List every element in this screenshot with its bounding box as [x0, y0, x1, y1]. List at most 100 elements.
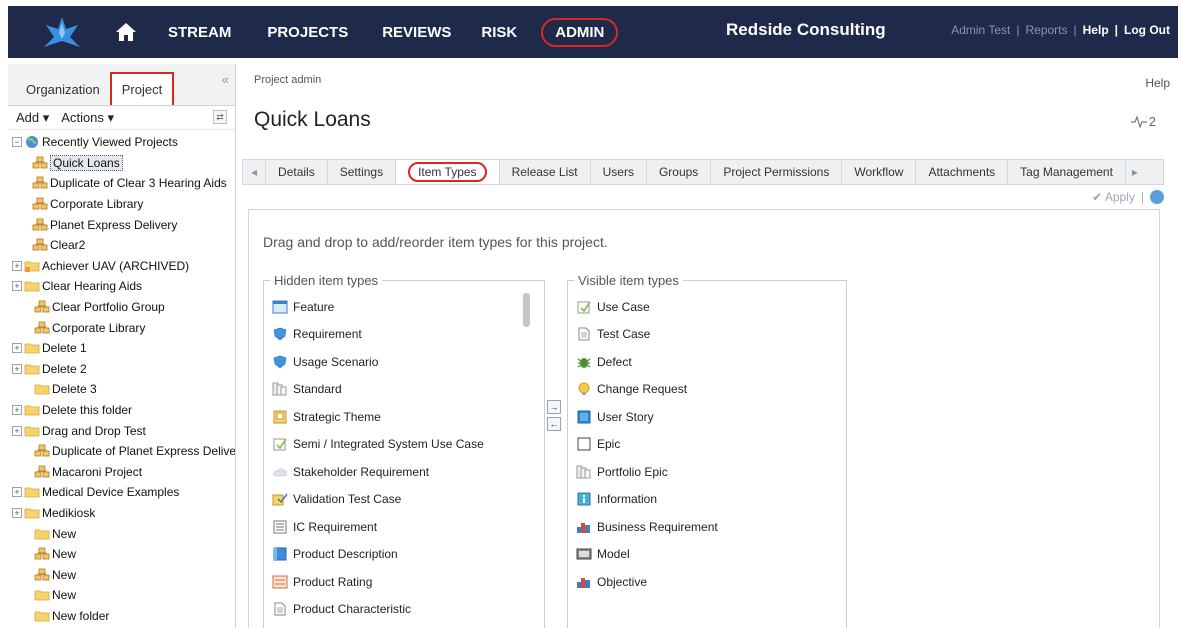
tree-item[interactable]: New folder: [8, 606, 235, 627]
nav-stream[interactable]: STREAM: [168, 24, 231, 41]
tree-item[interactable]: + Clear Hearing Aids: [8, 276, 235, 297]
tree-item[interactable]: Delete 3: [8, 379, 235, 400]
tab-users[interactable]: Users: [591, 160, 647, 184]
add-menu[interactable]: Add ▾: [16, 110, 49, 126]
tree-item-label: Delete 3: [52, 382, 97, 397]
breadcrumb[interactable]: Project admin: [254, 74, 321, 86]
scrollbar[interactable]: [523, 293, 530, 327]
expand-icon[interactable]: +: [12, 405, 22, 416]
item-type[interactable]: Standard: [272, 376, 484, 404]
tab-organization[interactable]: Organization: [16, 74, 110, 105]
logout-link[interactable]: Log Out: [1124, 23, 1170, 37]
item-type[interactable]: Product Rating: [272, 568, 484, 596]
expand-icon[interactable]: +: [12, 487, 22, 498]
tree-item[interactable]: Quick Loans: [8, 153, 235, 174]
activity-badge[interactable]: 2: [1130, 114, 1156, 129]
tab-workflow[interactable]: Workflow: [842, 160, 917, 184]
home-icon[interactable]: [106, 22, 146, 42]
item-type[interactable]: Business Requirement: [576, 513, 718, 541]
tree-item[interactable]: Clear Portfolio Group: [8, 297, 235, 318]
item-type[interactable]: Semi / Integrated System Use Case: [272, 431, 484, 459]
nav-projects[interactable]: PROJECTS: [267, 24, 348, 41]
move-right-button[interactable]: →: [547, 400, 561, 414]
item-type[interactable]: Test Case: [576, 321, 718, 349]
item-type[interactable]: Epic: [576, 431, 718, 459]
item-type[interactable]: Feature: [272, 293, 484, 321]
item-type[interactable]: Validation Test Case: [272, 486, 484, 514]
nav-admin[interactable]: ADMIN: [541, 17, 619, 47]
tab-project-permissions[interactable]: Project Permissions: [711, 160, 843, 184]
tree-item[interactable]: + Drag and Drop Test: [8, 420, 235, 441]
item-type-label: Stakeholder Requirement: [293, 464, 430, 479]
item-type[interactable]: Product Description: [272, 541, 484, 569]
tab-item-types[interactable]: Item Types: [396, 160, 500, 184]
nav-risk[interactable]: RISK: [481, 24, 517, 41]
item-type[interactable]: Objective: [576, 568, 718, 596]
collapse-icon[interactable]: «: [222, 72, 229, 87]
help-link[interactable]: Help: [1145, 76, 1170, 90]
item-type[interactable]: Defect: [576, 348, 718, 376]
tree-item[interactable]: Planet Express Delivery: [8, 214, 235, 235]
collapse-icon[interactable]: −: [12, 137, 22, 148]
tree-item[interactable]: + Medikiosk: [8, 503, 235, 524]
tree-item-label: Clear2: [50, 238, 86, 253]
item-type[interactable]: User Story: [576, 403, 718, 431]
item-type[interactable]: Use Case: [576, 293, 718, 321]
item-type[interactable]: Portfolio Epic: [576, 458, 718, 486]
item-type[interactable]: IC Requirement: [272, 513, 484, 541]
user-link[interactable]: Admin Test: [951, 23, 1010, 37]
tree-item[interactable]: Clear2: [8, 235, 235, 256]
expand-icon[interactable]: +: [12, 281, 22, 292]
apply-button[interactable]: ✔ Apply: [1092, 190, 1135, 204]
expand-icon[interactable]: +: [12, 343, 22, 354]
tab-groups[interactable]: Groups: [647, 160, 712, 184]
tree-item[interactable]: New: [8, 564, 235, 585]
tab-label: Groups: [658, 165, 699, 179]
expand-icon[interactable]: +: [12, 260, 22, 271]
tree-item[interactable]: New: [8, 523, 235, 544]
tree-item[interactable]: − Recently Viewed Projects: [8, 132, 235, 153]
help-link[interactable]: Help: [1083, 23, 1109, 37]
tree-item[interactable]: New: [8, 544, 235, 565]
item-type[interactable]: Model: [576, 541, 718, 569]
tree-item[interactable]: Corporate Library: [8, 317, 235, 338]
actions-menu[interactable]: Actions ▾: [61, 110, 114, 126]
tab-attachments[interactable]: Attachments: [916, 160, 1009, 184]
globe-icon[interactable]: [1150, 190, 1164, 204]
expand-icon[interactable]: +: [12, 363, 22, 374]
expand-icon[interactable]: +: [12, 507, 22, 518]
tab-scroll-right-icon[interactable]: ▸: [1126, 160, 1144, 184]
tree-item[interactable]: + Delete 1: [8, 338, 235, 359]
tree-item[interactable]: + Achiever UAV (ARCHIVED): [8, 256, 235, 277]
reports-link[interactable]: Reports: [1025, 23, 1067, 37]
item-type[interactable]: Change Request: [576, 376, 718, 404]
nav-reviews[interactable]: REVIEWS: [382, 24, 451, 41]
tree-item[interactable]: Duplicate of Planet Express Delivery: [8, 441, 235, 462]
cloud-icon: [272, 465, 288, 479]
tree-item[interactable]: + Delete 2: [8, 359, 235, 380]
refresh-icon[interactable]: ⇄: [213, 110, 227, 124]
item-type[interactable]: Usage Scenario: [272, 348, 484, 376]
tree-item[interactable]: Duplicate of Clear 3 Hearing Aids: [8, 173, 235, 194]
tab-settings[interactable]: Settings: [328, 160, 397, 184]
item-type[interactable]: Product Characteristic: [272, 596, 484, 624]
item-type[interactable]: Information: [576, 486, 718, 514]
item-type-label: Change Request: [597, 382, 688, 397]
tab-project[interactable]: Project: [109, 72, 175, 105]
item-type[interactable]: Requirement: [272, 321, 484, 349]
tree-item[interactable]: Macaroni Project: [8, 462, 235, 483]
move-left-button[interactable]: ←: [547, 417, 561, 431]
tab-tag-management[interactable]: Tag Management: [1008, 160, 1126, 184]
expand-icon[interactable]: +: [12, 425, 22, 436]
tree-item[interactable]: New: [8, 585, 235, 606]
project-icon: [34, 321, 50, 335]
tree-item[interactable]: + Delete this folder: [8, 400, 235, 421]
tab-scroll-left-icon[interactable]: ◂: [243, 160, 267, 184]
tab-details[interactable]: Details: [266, 160, 328, 184]
tree-item[interactable]: Corporate Library: [8, 194, 235, 215]
tab-release-list[interactable]: Release List: [500, 160, 591, 184]
item-type[interactable]: Stakeholder Requirement: [272, 458, 484, 486]
logo[interactable]: [32, 6, 92, 58]
tree-item[interactable]: + Medical Device Examples: [8, 482, 235, 503]
item-type[interactable]: Strategic Theme: [272, 403, 484, 431]
